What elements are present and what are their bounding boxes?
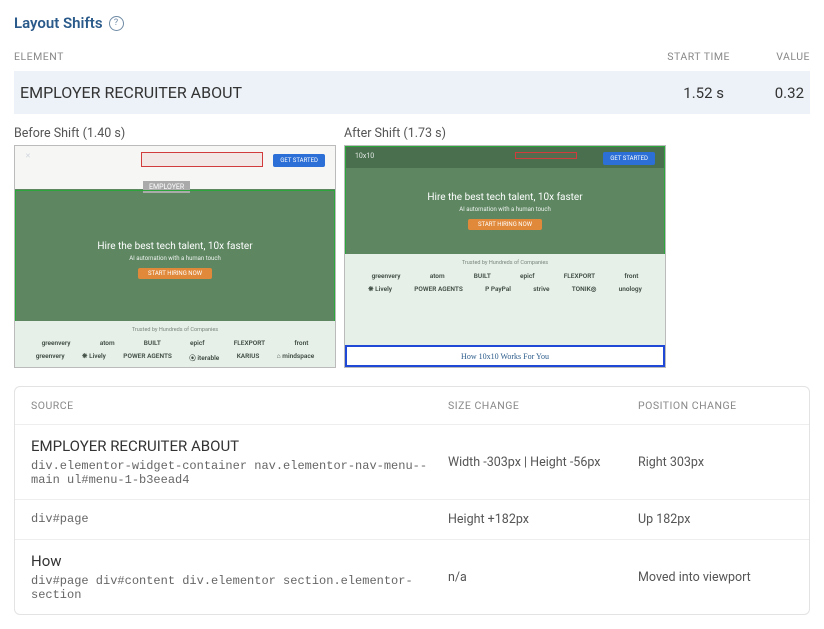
size-change: Width -303px | Height -56px	[448, 437, 638, 487]
size-change: n/a	[448, 552, 638, 602]
selected-start: 1.52 s	[624, 84, 724, 102]
before-thumbnail[interactable]: ✕ GET STARTED EMPLOYER Hire the best tec…	[14, 145, 336, 368]
source-row[interactable]: How div#page div#content div.elementor s…	[15, 539, 809, 614]
source-row[interactable]: EMPLOYER RECRUITER ABOUT div.elementor-w…	[15, 424, 809, 499]
logos-strip: Trusted by Hundreds of Companies greenve…	[345, 254, 665, 347]
position-change: Right 303px	[638, 437, 793, 487]
source-row[interactable]: div#page Height +182px Up 182px	[15, 499, 809, 539]
col-start-time: START TIME	[630, 50, 730, 63]
selected-value: 0.32	[724, 84, 804, 102]
col-position-change: POSITION CHANGE	[638, 399, 793, 412]
hero-preview: Hire the best tech talent, 10x faster AI…	[15, 241, 335, 279]
logos-strip: Trusted by Hundreds of Companies greenve…	[15, 321, 335, 367]
source-path: div#page div#content div.elementor secti…	[31, 574, 431, 602]
table-header: ELEMENT START TIME VALUE	[14, 42, 810, 71]
section-title-text: Layout Shifts	[14, 14, 103, 32]
col-element: ELEMENT	[14, 50, 630, 63]
overlay-blue-icon	[345, 345, 665, 367]
col-size-change: SIZE CHANGE	[448, 399, 638, 412]
col-source: SOURCE	[31, 399, 448, 412]
after-thumbnail[interactable]: 10x10 GET STARTED Hire the best tech tal…	[344, 145, 666, 368]
before-label: Before Shift (1.40 s)	[14, 126, 336, 141]
col-value: VALUE	[730, 50, 810, 63]
source-path: div.elementor-widget-container nav.eleme…	[31, 459, 431, 487]
section-title: Layout Shifts ?	[14, 14, 810, 32]
position-change: Moved into viewport	[638, 552, 793, 602]
size-change: Height +182px	[448, 512, 638, 527]
position-change: Up 182px	[638, 512, 793, 527]
get-started-pill: GET STARTED	[273, 154, 325, 167]
source-table-header: SOURCE SIZE CHANGE POSITION CHANGE	[15, 387, 809, 424]
help-icon[interactable]: ?	[109, 16, 124, 31]
highlight-before-icon	[141, 152, 263, 167]
source-path: div#page	[31, 512, 431, 526]
hero-preview: Hire the best tech talent, 10x faster AI…	[345, 192, 665, 230]
source-name: How	[31, 552, 448, 570]
after-label: After Shift (1.73 s)	[344, 126, 666, 141]
source-name: EMPLOYER RECRUITER ABOUT	[31, 437, 448, 455]
source-table: SOURCE SIZE CHANGE POSITION CHANGE EMPLO…	[14, 386, 810, 615]
selected-element: EMPLOYER RECRUITER ABOUT	[20, 83, 624, 102]
selected-shift-row[interactable]: EMPLOYER RECRUITER ABOUT 1.52 s 0.32	[14, 71, 810, 114]
